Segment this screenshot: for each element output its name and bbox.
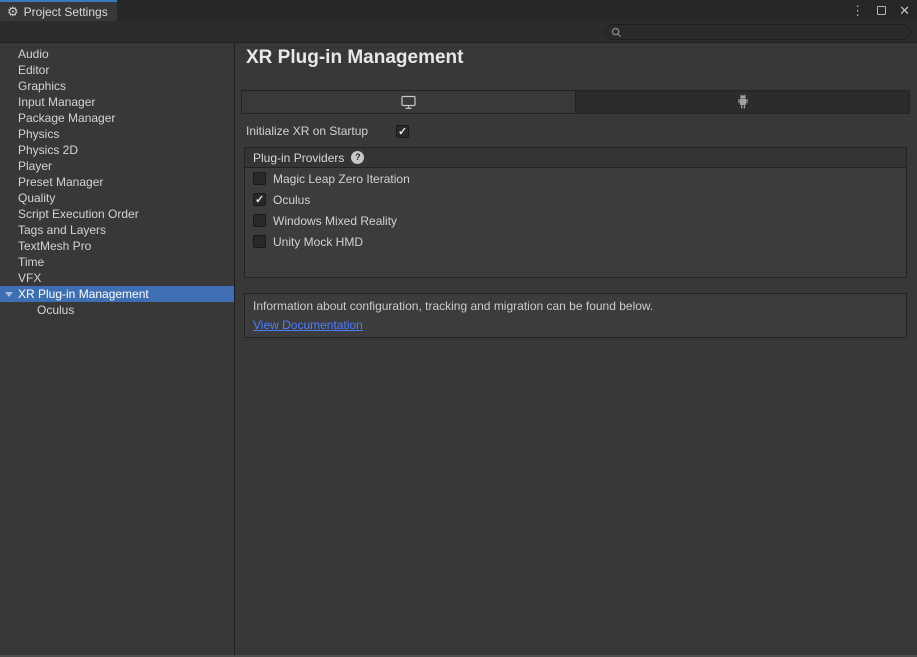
view-documentation-link[interactable]: View Documentation	[253, 318, 363, 332]
sidebar-item-audio[interactable]: Audio	[0, 46, 234, 62]
initialize-xr-checkbox[interactable]	[396, 125, 409, 138]
maximize-icon[interactable]	[877, 6, 886, 15]
desktop-monitor-icon	[400, 95, 417, 110]
project-settings-tab[interactable]: ⚙ Project Settings	[0, 0, 117, 21]
search-input[interactable]	[625, 26, 895, 38]
sidebar-item-package-manager[interactable]: Package Manager	[0, 110, 234, 126]
sidebar-item-textmesh-pro[interactable]: TextMesh Pro	[0, 238, 234, 254]
sidebar-item-oculus[interactable]: Oculus	[0, 302, 234, 318]
sidebar-item-physics-2d[interactable]: Physics 2D	[0, 142, 234, 158]
provider-row-oculus: Oculus	[245, 189, 906, 210]
search-icon	[611, 27, 622, 38]
provider-label: Windows Mixed Reality	[273, 214, 397, 228]
xr-management-panel: XR Plug-in Management	[236, 43, 917, 655]
search-field[interactable]	[605, 24, 911, 40]
info-text: Information about configuration, trackin…	[253, 299, 898, 314]
android-icon	[736, 94, 750, 110]
page-title: XR Plug-in Management	[246, 47, 463, 69]
provider-row-magic-leap: Magic Leap Zero Iteration	[245, 168, 906, 189]
initialize-xr-row: Initialize XR on Startup	[246, 123, 409, 139]
window-controls: ⋮ ✕	[851, 0, 910, 21]
foldout-expanded-icon[interactable]	[5, 292, 13, 297]
sidebar-item-script-execution-order[interactable]: Script Execution Order	[0, 206, 234, 222]
window-tab-title: Project Settings	[24, 5, 108, 19]
close-icon[interactable]: ✕	[899, 3, 910, 19]
provider-label: Magic Leap Zero Iteration	[273, 172, 410, 186]
windows-mixed-reality-checkbox[interactable]	[253, 214, 266, 227]
sidebar-item-vfx[interactable]: VFX	[0, 270, 234, 286]
provider-row-windows-mixed-reality: Windows Mixed Reality	[245, 210, 906, 231]
gear-icon: ⚙	[7, 5, 19, 18]
project-settings-window: { "window": { "tab_title": "Project Sett…	[0, 0, 917, 657]
magic-leap-checkbox[interactable]	[253, 172, 266, 185]
sidebar-item-physics[interactable]: Physics	[0, 126, 234, 142]
settings-sidebar: Audio Editor Graphics Input Manager Pack…	[0, 43, 235, 655]
sidebar-item-preset-manager[interactable]: Preset Manager	[0, 174, 234, 190]
sidebar-item-quality[interactable]: Quality	[0, 190, 234, 206]
tab-android-platform[interactable]	[575, 91, 909, 113]
plugin-providers-title: Plug-in Providers	[253, 148, 344, 168]
oculus-checkbox[interactable]	[253, 193, 266, 206]
provider-row-unity-mock-hmd: Unity Mock HMD	[245, 231, 906, 252]
sidebar-item-editor[interactable]: Editor	[0, 62, 234, 78]
unity-mock-hmd-checkbox[interactable]	[253, 235, 266, 248]
sidebar-item-time[interactable]: Time	[0, 254, 234, 270]
toolbar	[0, 21, 917, 43]
help-icon[interactable]: ?	[351, 151, 364, 164]
window-menu-icon[interactable]: ⋮	[851, 3, 864, 19]
plugin-providers-box: Plug-in Providers ? Magic Leap Zero Iter…	[244, 147, 907, 278]
sidebar-item-graphics[interactable]: Graphics	[0, 78, 234, 94]
sidebar-item-input-manager[interactable]: Input Manager	[0, 94, 234, 110]
sidebar-item-tags-and-layers[interactable]: Tags and Layers	[0, 222, 234, 238]
initialize-xr-label: Initialize XR on Startup	[246, 124, 396, 138]
title-bar: ⚙ Project Settings ⋮ ✕	[0, 0, 917, 21]
platform-tab-bar	[241, 90, 910, 114]
provider-label: Unity Mock HMD	[273, 235, 363, 249]
sidebar-item-player[interactable]: Player	[0, 158, 234, 174]
info-box: Information about configuration, trackin…	[244, 293, 907, 338]
tab-desktop-platform[interactable]	[242, 91, 575, 113]
provider-label: Oculus	[273, 193, 310, 207]
sidebar-item-xr-plugin-management[interactable]: XR Plug-in Management	[0, 286, 234, 302]
sidebar-item-label: XR Plug-in Management	[18, 287, 149, 301]
plugin-providers-header: Plug-in Providers ?	[245, 148, 906, 168]
